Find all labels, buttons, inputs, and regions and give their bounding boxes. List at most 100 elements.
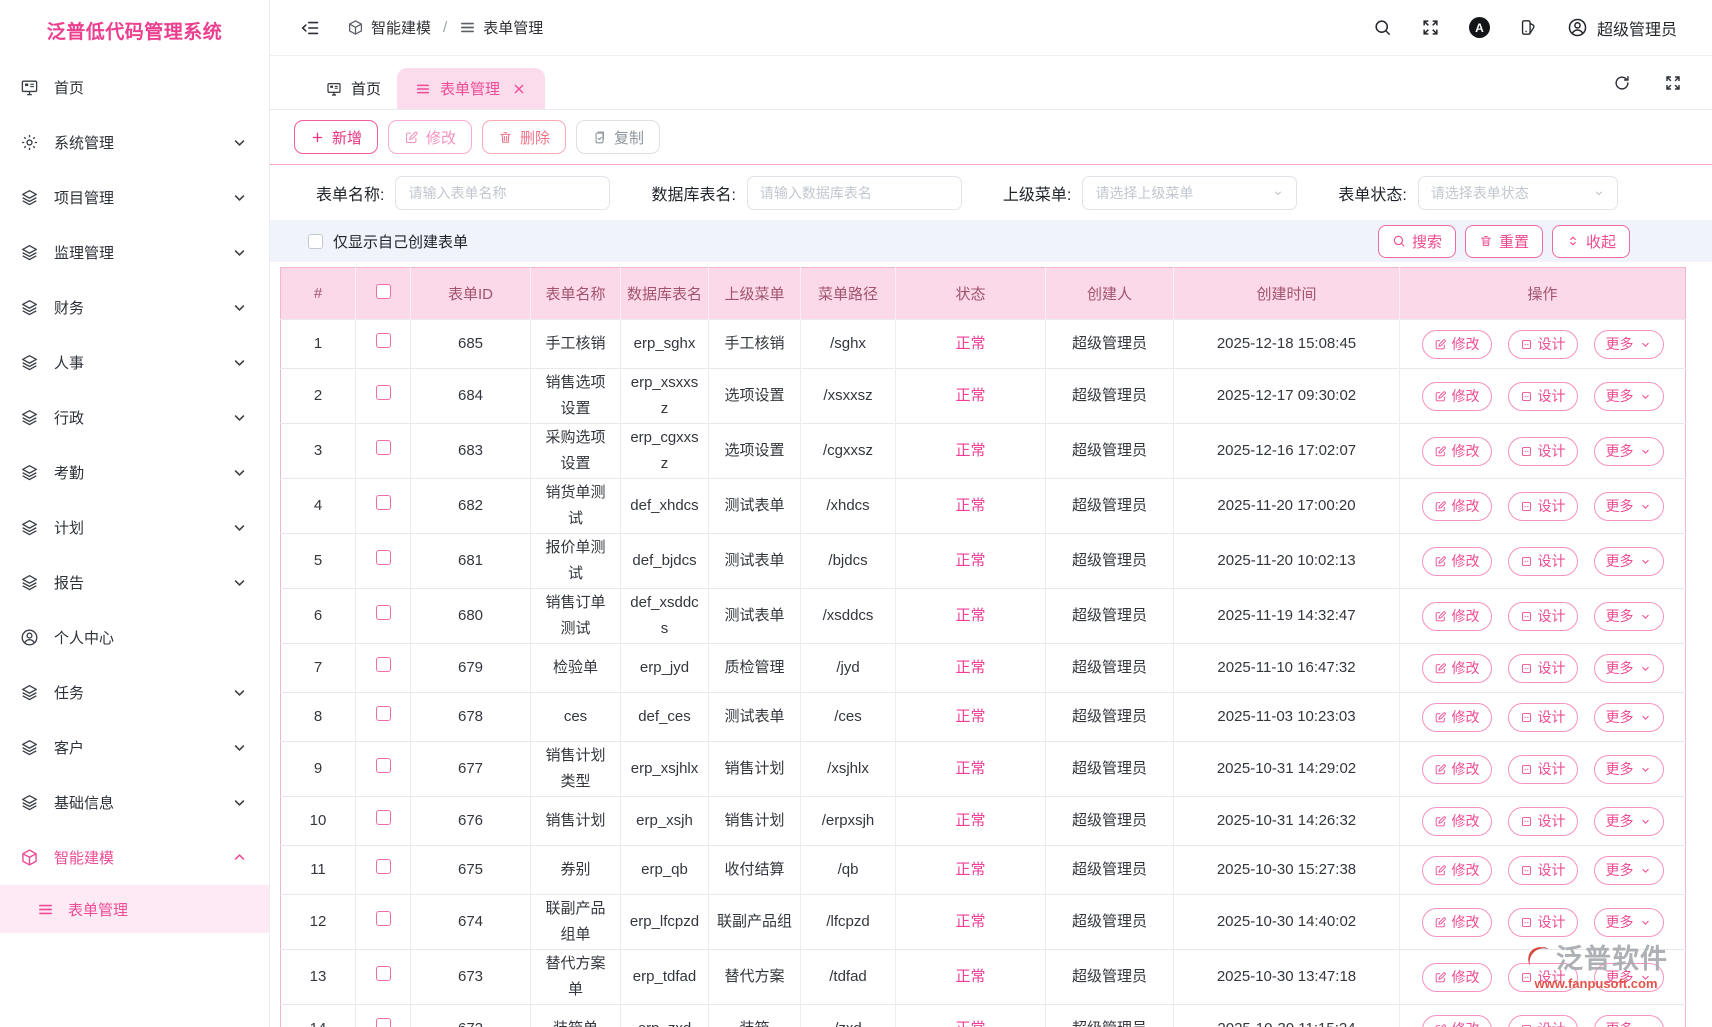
design-button[interactable]: 设计 [1508, 703, 1578, 732]
actions-cell: 修改设计更多 [1400, 589, 1686, 644]
design-button[interactable]: 设计 [1508, 492, 1578, 521]
more-button[interactable]: 更多 [1594, 963, 1664, 992]
sidebar-item-home[interactable]: 首页 [0, 60, 269, 115]
sidebar-item-hr[interactable]: 人事 [0, 335, 269, 390]
form-name-input[interactable] [395, 176, 610, 210]
more-button[interactable]: 更多 [1594, 1015, 1664, 1027]
row-checkbox[interactable] [376, 966, 391, 981]
row-checkbox[interactable] [376, 550, 391, 565]
form-status-select[interactable]: 请选择表单状态 [1418, 176, 1618, 210]
sidebar-subitem-form-management[interactable]: 表单管理 [0, 885, 269, 933]
sidebar-item-administration[interactable]: 行政 [0, 390, 269, 445]
row-checkbox[interactable] [376, 1018, 391, 1027]
sidebar-item-intelligent-modeling[interactable]: 智能建模 [0, 830, 269, 885]
edit-button[interactable]: 修改 [1422, 856, 1492, 885]
more-button[interactable]: 更多 [1594, 703, 1664, 732]
form-id-cell: 682 [411, 479, 531, 534]
row-checkbox[interactable] [376, 333, 391, 348]
row-checkbox[interactable] [376, 706, 391, 721]
edit-button[interactable]: 修改 [1422, 755, 1492, 784]
tab-form-management[interactable]: 表单管理 [397, 68, 545, 109]
row-checkbox[interactable] [376, 911, 391, 926]
more-button[interactable]: 更多 [1594, 908, 1664, 937]
edit-button[interactable]: 修改 [1422, 1015, 1492, 1027]
sidebar-item-plan[interactable]: 计划 [0, 500, 269, 555]
more-button[interactable]: 更多 [1594, 654, 1664, 683]
sidebar-item-finance[interactable]: 财务 [0, 280, 269, 335]
more-button[interactable]: 更多 [1594, 856, 1664, 885]
edit-button[interactable]: 修改 [1422, 703, 1492, 732]
user-menu[interactable]: 超级管理员 [1567, 16, 1677, 40]
design-button[interactable]: 设计 [1508, 437, 1578, 466]
row-checkbox[interactable] [376, 758, 391, 773]
more-button[interactable]: 更多 [1594, 330, 1664, 359]
select-all-checkbox[interactable] [376, 284, 391, 299]
tab-home[interactable]: 首页 [310, 68, 397, 109]
db-table-input[interactable] [747, 176, 962, 210]
refresh-icon[interactable] [1613, 74, 1631, 92]
sidebar-item-project-management[interactable]: 项目管理 [0, 170, 269, 225]
theme-icon[interactable] [1519, 18, 1538, 37]
edit-button[interactable]: 修改 [1422, 437, 1492, 466]
only-mine-checkbox[interactable] [308, 234, 323, 249]
sidebar-item-supervision-management[interactable]: 监理管理 [0, 225, 269, 280]
more-button[interactable]: 更多 [1594, 437, 1664, 466]
sidebar-item-task[interactable]: 任务 [0, 665, 269, 720]
edit-button[interactable]: 修改 [1422, 807, 1492, 836]
more-button[interactable]: 更多 [1594, 602, 1664, 631]
design-button[interactable]: 设计 [1508, 547, 1578, 576]
design-button[interactable]: 设计 [1508, 382, 1578, 411]
more-button[interactable]: 更多 [1594, 547, 1664, 576]
design-button[interactable]: 设计 [1508, 856, 1578, 885]
design-button[interactable]: 设计 [1508, 602, 1578, 631]
row-checkbox[interactable] [376, 385, 391, 400]
edit-button[interactable]: 修改 [1422, 330, 1492, 359]
edit-button[interactable]: 修改 [1422, 382, 1492, 411]
reset-button[interactable]: 重置 [1465, 225, 1543, 258]
more-button[interactable]: 更多 [1594, 755, 1664, 784]
add-button[interactable]: 新增 [294, 120, 378, 154]
fullscreen-icon[interactable] [1421, 18, 1440, 37]
design-button[interactable]: 设计 [1508, 963, 1578, 992]
row-checkbox[interactable] [376, 495, 391, 510]
sidebar-item-personal-center[interactable]: 个人中心 [0, 610, 269, 665]
modify-button[interactable]: 修改 [388, 120, 472, 154]
row-checkbox[interactable] [376, 440, 391, 455]
close-icon[interactable] [511, 81, 527, 97]
search-button[interactable]: 搜索 [1378, 225, 1456, 258]
copy-button[interactable]: 复制 [576, 120, 660, 154]
breadcrumb-section[interactable]: 智能建模 [347, 17, 431, 38]
delete-button[interactable]: 删除 [482, 120, 566, 154]
sidebar-item-system-management[interactable]: 系统管理 [0, 115, 269, 170]
fullscreen-icon[interactable] [1664, 74, 1682, 92]
design-button[interactable]: 设计 [1508, 807, 1578, 836]
row-checkbox[interactable] [376, 810, 391, 825]
edit-button[interactable]: 修改 [1422, 963, 1492, 992]
edit-button[interactable]: 修改 [1422, 654, 1492, 683]
edit-button[interactable]: 修改 [1422, 602, 1492, 631]
more-button[interactable]: 更多 [1594, 492, 1664, 521]
search-icon[interactable] [1373, 18, 1392, 37]
design-button[interactable]: 设计 [1508, 654, 1578, 683]
table-row: 5681报价单测试def_bjdcs测试表单/bjdcs正常超级管理员2025-… [281, 534, 1686, 589]
collapse-button[interactable]: 收起 [1552, 225, 1630, 258]
sidebar-item-attendance[interactable]: 考勤 [0, 445, 269, 500]
row-checkbox[interactable] [376, 859, 391, 874]
row-checkbox[interactable] [376, 657, 391, 672]
design-button[interactable]: 设计 [1508, 755, 1578, 784]
sidebar-item-report[interactable]: 报告 [0, 555, 269, 610]
design-button[interactable]: 设计 [1508, 330, 1578, 359]
row-checkbox[interactable] [376, 605, 391, 620]
edit-button[interactable]: 修改 [1422, 547, 1492, 576]
more-button[interactable]: 更多 [1594, 807, 1664, 836]
design-button[interactable]: 设计 [1508, 1015, 1578, 1027]
sidebar-fold-icon[interactable] [300, 18, 320, 38]
language-badge[interactable]: A [1469, 17, 1490, 38]
sidebar-item-basic-info[interactable]: 基础信息 [0, 775, 269, 830]
parent-menu-select[interactable]: 请选择上级菜单 [1082, 176, 1297, 210]
design-button[interactable]: 设计 [1508, 908, 1578, 937]
edit-button[interactable]: 修改 [1422, 492, 1492, 521]
edit-button[interactable]: 修改 [1422, 908, 1492, 937]
sidebar-item-customer[interactable]: 客户 [0, 720, 269, 775]
more-button[interactable]: 更多 [1594, 382, 1664, 411]
